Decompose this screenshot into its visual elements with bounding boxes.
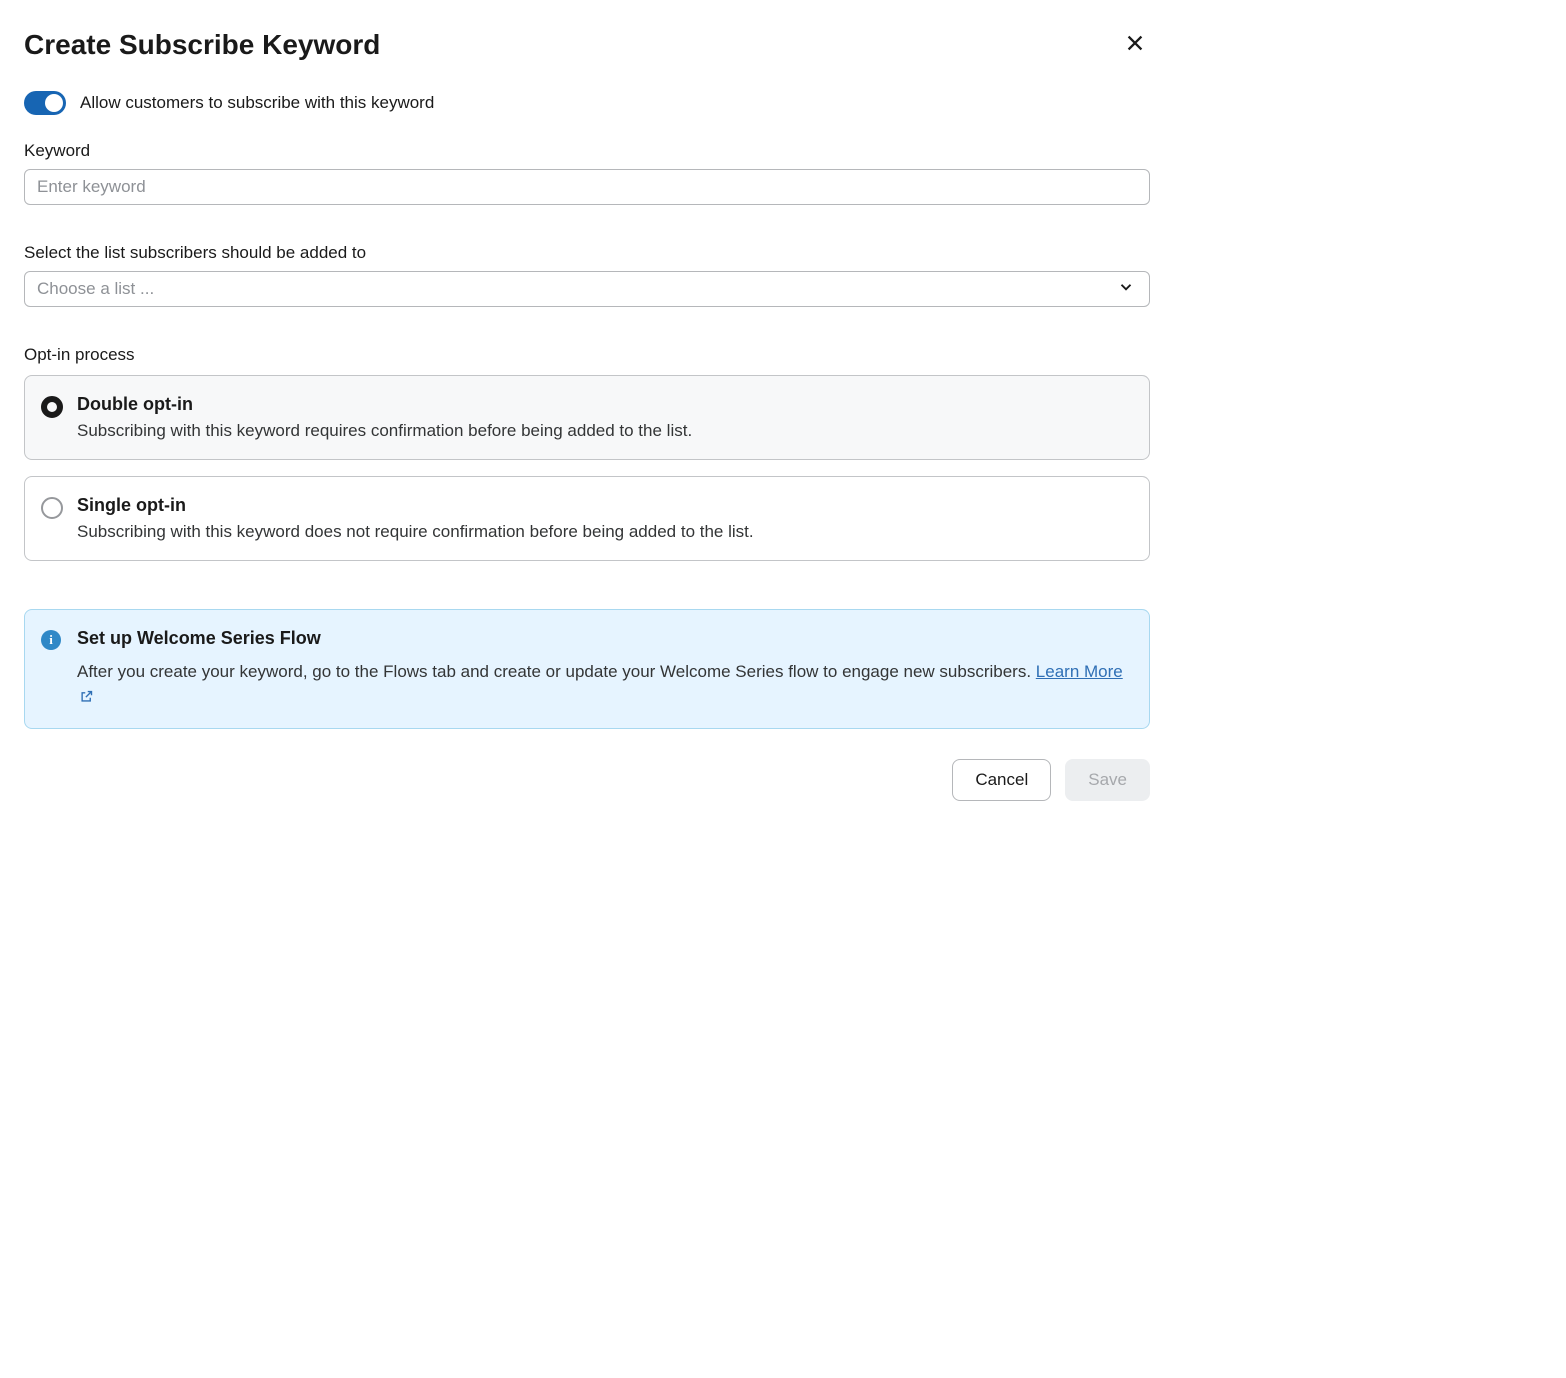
external-link-icon xyxy=(77,688,94,707)
optin-option-single[interactable]: Single opt-in Subscribing with this keyw… xyxy=(24,476,1150,561)
radio-unselected-icon xyxy=(41,497,63,519)
radio-selected-icon xyxy=(41,396,63,418)
keyword-input[interactable] xyxy=(24,169,1150,205)
list-placeholder: Choose a list ... xyxy=(37,279,154,299)
optin-section-label: Opt-in process xyxy=(24,345,1150,365)
optin-desc: Subscribing with this keyword requires c… xyxy=(77,421,692,441)
optin-desc: Subscribing with this keyword does not r… xyxy=(77,522,754,542)
save-button[interactable]: Save xyxy=(1065,759,1150,801)
optin-option-double[interactable]: Double opt-in Subscribing with this keyw… xyxy=(24,375,1150,460)
cancel-button[interactable]: Cancel xyxy=(952,759,1051,801)
info-body: After you create your keyword, go to the… xyxy=(77,659,1131,710)
close-icon xyxy=(1124,32,1146,57)
info-icon: i xyxy=(41,630,61,650)
optin-title: Double opt-in xyxy=(77,394,692,415)
chevron-down-icon xyxy=(1117,278,1135,301)
list-label: Select the list subscribers should be ad… xyxy=(24,243,1150,263)
dialog-title: Create Subscribe Keyword xyxy=(24,29,380,61)
close-button[interactable] xyxy=(1120,28,1150,61)
welcome-series-info: i Set up Welcome Series Flow After you c… xyxy=(24,609,1150,729)
allow-subscribe-toggle[interactable] xyxy=(24,91,66,115)
toggle-label: Allow customers to subscribe with this k… xyxy=(80,93,434,113)
list-select[interactable]: Choose a list ... xyxy=(24,271,1150,307)
keyword-label: Keyword xyxy=(24,141,1150,161)
info-title: Set up Welcome Series Flow xyxy=(77,628,1131,649)
optin-title: Single opt-in xyxy=(77,495,754,516)
